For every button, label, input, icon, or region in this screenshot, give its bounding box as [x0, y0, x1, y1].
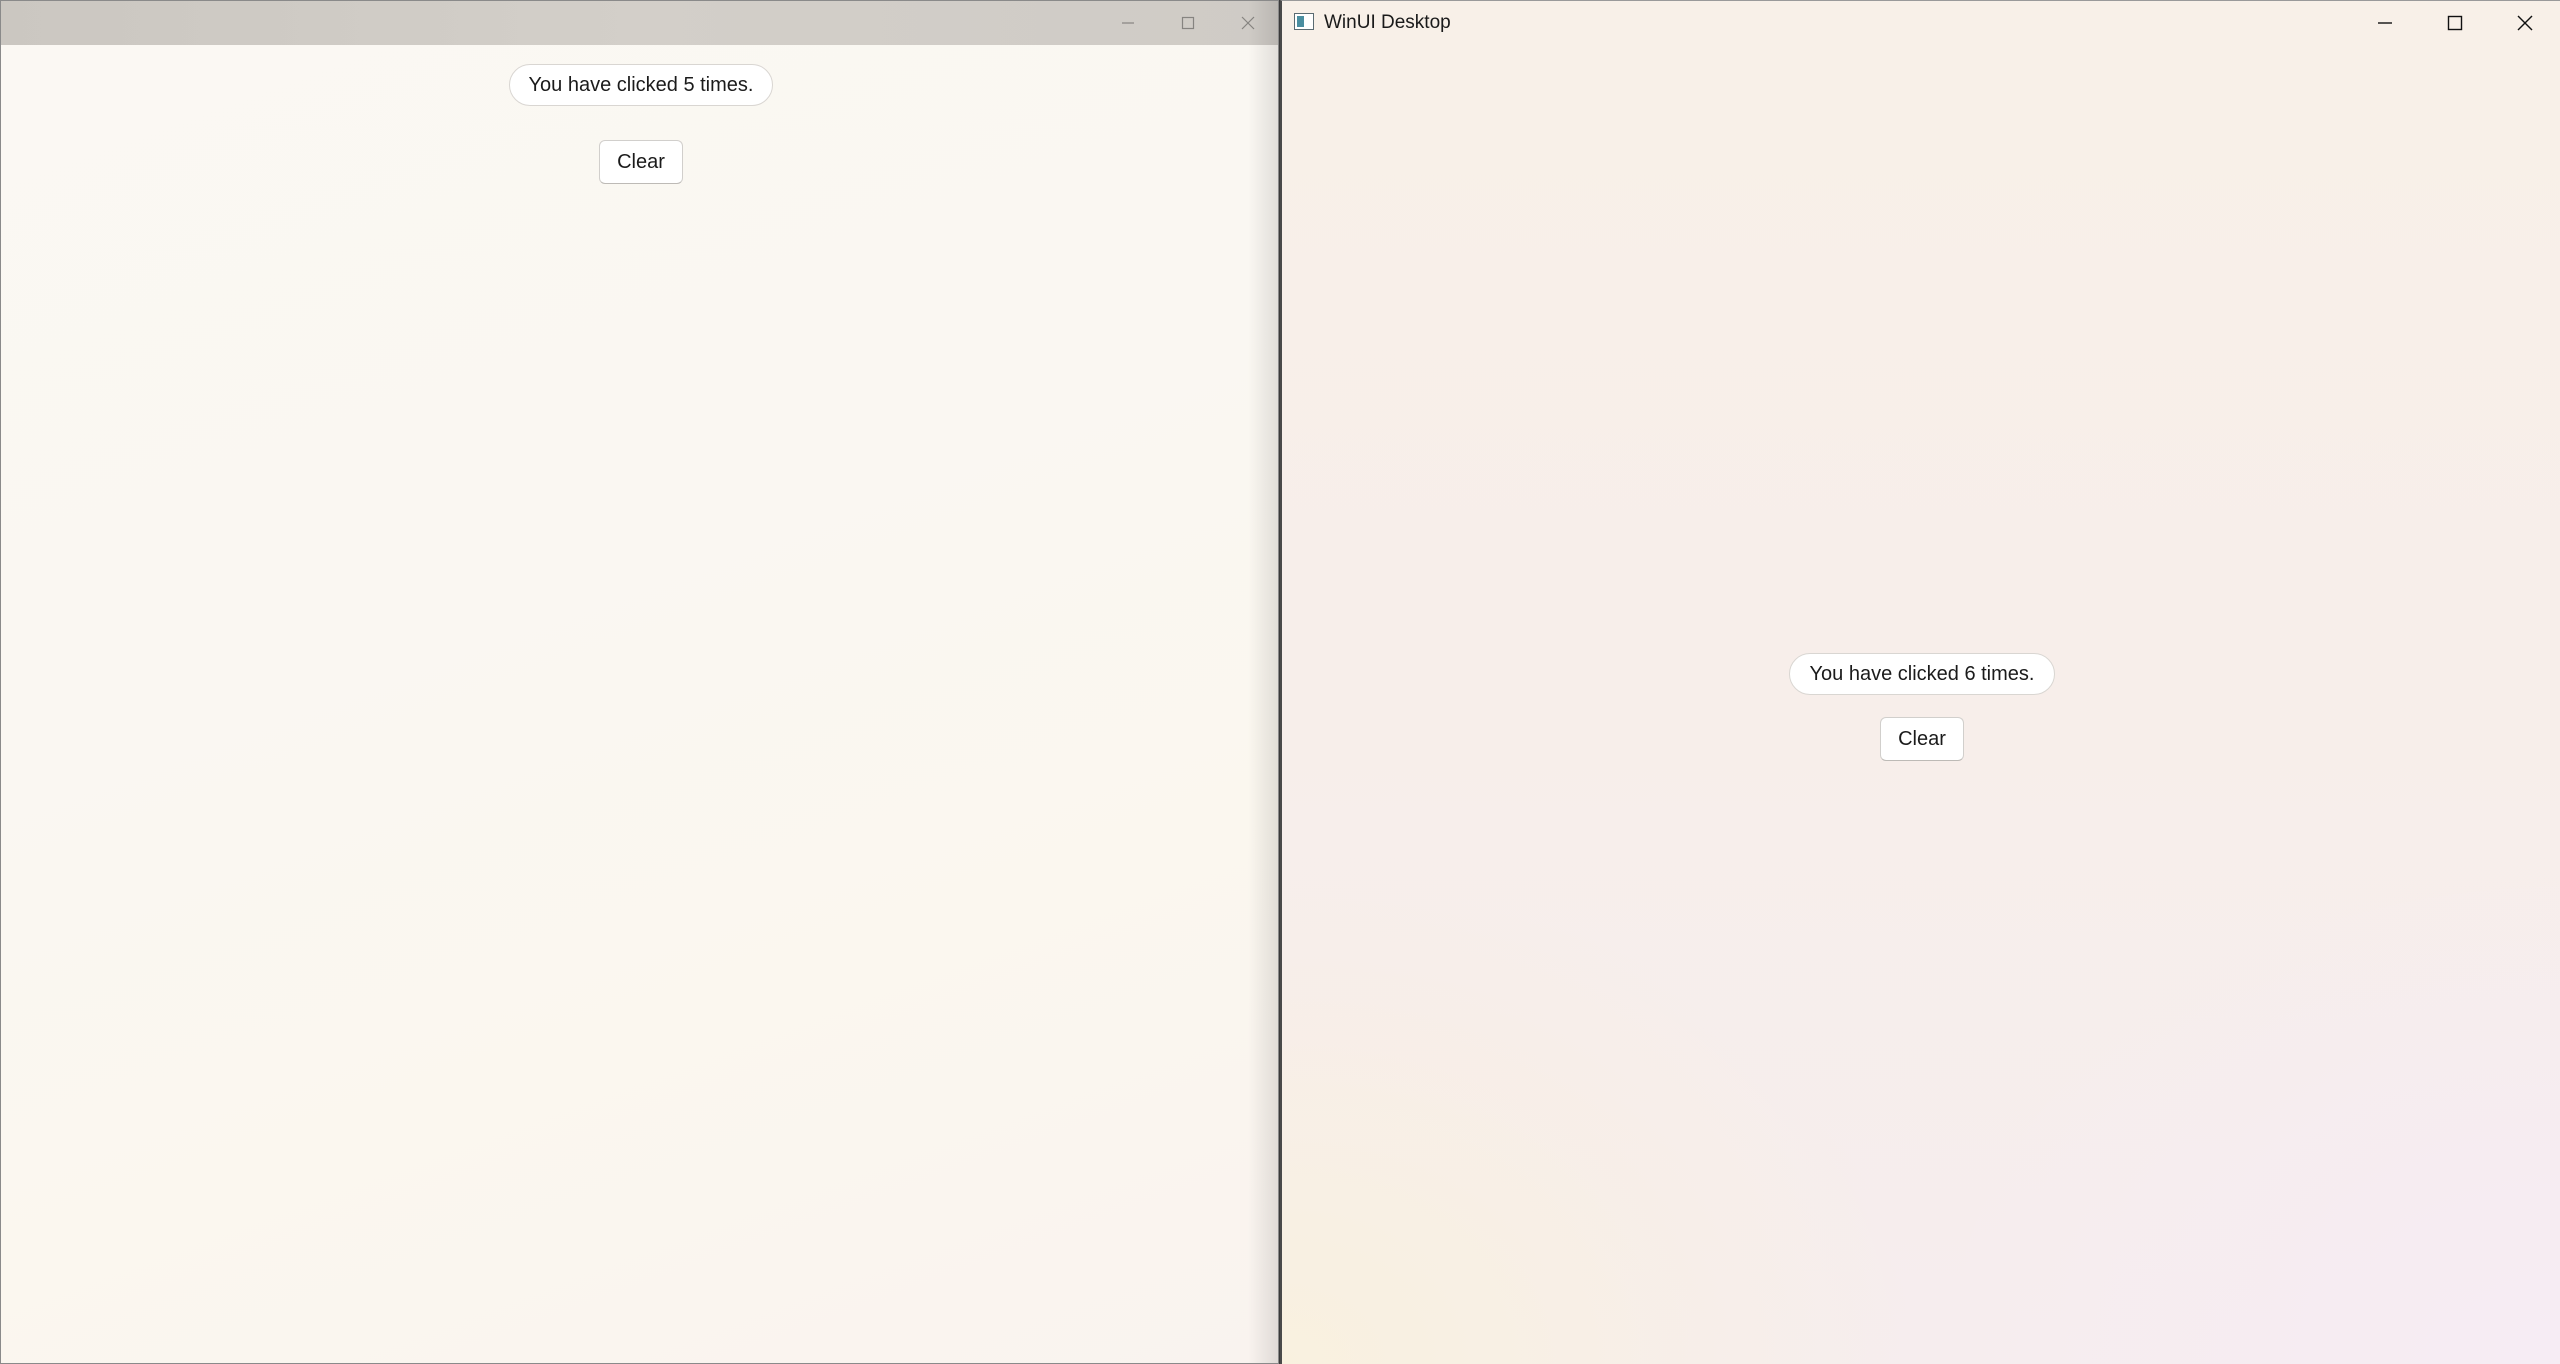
clear-button[interactable]: Clear — [1880, 717, 1964, 761]
right-titlebar[interactable]: WinUI Desktop — [1282, 1, 2560, 45]
app-window-icon — [1294, 13, 1314, 30]
minimize-button[interactable] — [2350, 1, 2420, 45]
minimize-icon — [1122, 22, 1134, 24]
maximize-icon — [2447, 15, 2463, 31]
maximize-icon — [1181, 16, 1195, 30]
maximize-button[interactable] — [2420, 1, 2490, 45]
close-button[interactable] — [2490, 1, 2560, 45]
click-counter-text: You have clicked 5 times. — [509, 64, 773, 106]
right-window: WinUI Desktop You have clicked 6 times. … — [1280, 0, 2560, 1364]
left-titlebar[interactable] — [1, 1, 1278, 45]
close-icon — [2517, 15, 2533, 31]
left-close-button[interactable] — [1213, 1, 1278, 45]
minimize-icon — [2378, 22, 2392, 24]
left-window: You have clicked 5 times. Clear — [0, 0, 1279, 1364]
window-title: WinUI Desktop — [1324, 12, 1451, 33]
clear-button[interactable]: Clear — [599, 140, 683, 184]
click-counter-text: You have clicked 6 times. — [1789, 653, 2055, 695]
close-icon — [1241, 16, 1255, 30]
